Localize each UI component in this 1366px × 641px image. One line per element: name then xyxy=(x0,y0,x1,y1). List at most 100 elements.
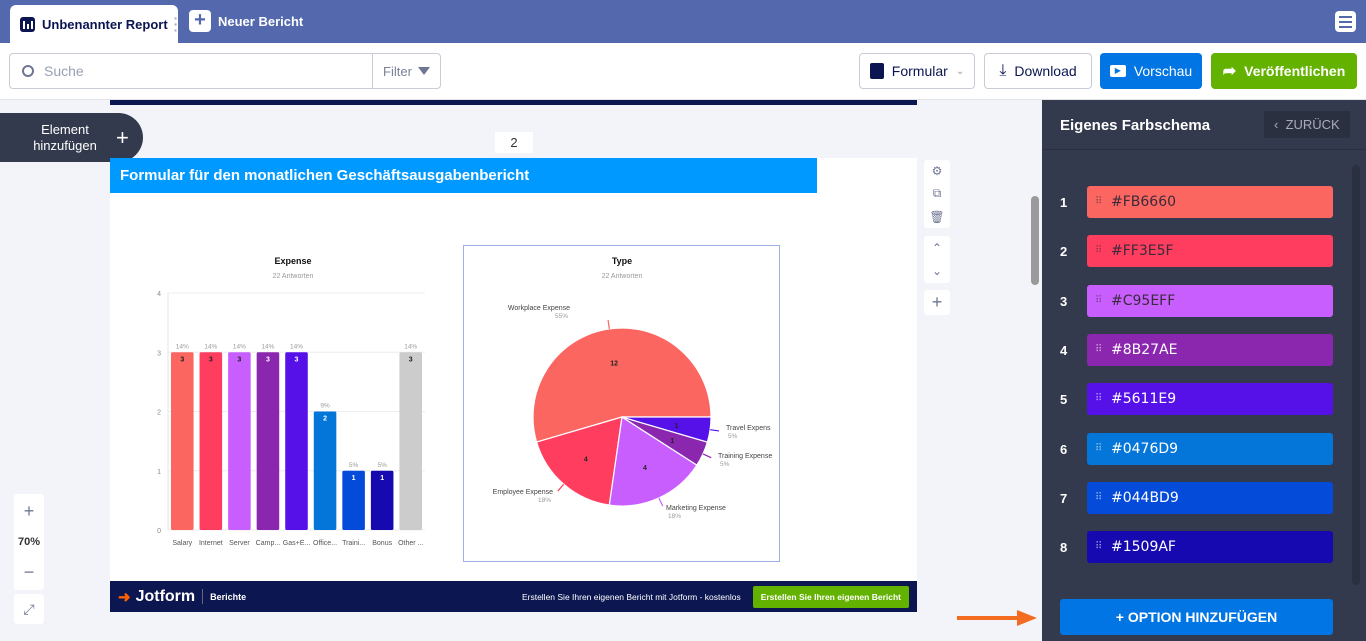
color-hex: #0476D9 xyxy=(1111,440,1179,457)
chevron-down-icon: ⌄ xyxy=(955,65,965,77)
play-icon: ▶ xyxy=(1109,65,1126,77)
drag-handle-icon[interactable]: ⠿ xyxy=(1095,383,1102,415)
zoom-in-button[interactable]: + xyxy=(24,501,35,522)
preview-label: Vorschau xyxy=(1133,63,1193,79)
expand-icon: ⤢ xyxy=(23,601,35,617)
element-tools: ⚙ ⧉ 🗑 xyxy=(924,160,950,228)
drag-handle-icon[interactable]: ⠿ xyxy=(1095,482,1102,514)
report-page[interactable]: Formular für den monatlichen Geschäftsau… xyxy=(110,158,917,612)
search-icon xyxy=(22,65,34,77)
publish-label: Veröffentlichen xyxy=(1244,63,1346,79)
drag-handle-icon[interactable]: ⠿ xyxy=(1095,186,1102,218)
color-index: 4 xyxy=(1060,342,1068,358)
chevron-down-icon[interactable]: ⌄ xyxy=(932,264,942,278)
bar xyxy=(313,411,337,530)
bar-value-label: 2 xyxy=(323,416,327,423)
download-label: Download xyxy=(1014,63,1077,79)
back-label: ZURÜCK xyxy=(1285,117,1340,132)
color-swatch-input[interactable]: ⠿ #044BD9 xyxy=(1087,481,1333,514)
color-row: 4 ⠿ #8B27AE xyxy=(1042,333,1366,366)
x-tick-label: Office... xyxy=(313,540,337,547)
trash-icon[interactable]: 🗑 xyxy=(929,210,944,224)
back-button[interactable]: ‹ ZURÜCK xyxy=(1264,111,1350,138)
report-footer: ➜ Jotform Berichte Erstellen Sie Ihren ei… xyxy=(110,581,917,612)
fullscreen-button[interactable]: ⤢ xyxy=(14,594,44,624)
color-scheme-panel: Eigenes Farbschema ‹ ZURÜCK 1 ⠿ #FB6660 2 … xyxy=(1042,100,1366,641)
y-tick-label: 0 xyxy=(157,528,161,535)
search-input[interactable] xyxy=(44,63,364,79)
bar xyxy=(199,352,223,530)
drag-handle-icon[interactable]: ⠿ xyxy=(1095,334,1102,366)
color-index: 7 xyxy=(1060,490,1068,506)
gear-icon[interactable]: ⚙ xyxy=(932,164,943,178)
plus-icon: + xyxy=(931,292,943,312)
chevron-up-icon[interactable]: ⌃ xyxy=(932,241,942,255)
annotation-arrow-icon xyxy=(957,610,1037,626)
color-swatch-input[interactable]: ⠿ #5611E9 xyxy=(1087,383,1333,416)
color-hex: #5611E9 xyxy=(1111,391,1177,408)
plus-icon: + xyxy=(116,124,129,150)
drag-handle-icon[interactable]: ⠿ xyxy=(1095,285,1102,317)
new-report-tab[interactable]: + Neuer Bericht xyxy=(189,10,303,32)
bar-percent-label: 5% xyxy=(377,462,387,469)
copy-icon[interactable]: ⧉ xyxy=(933,186,942,201)
zoom-out-button[interactable]: − xyxy=(24,562,35,583)
color-index: 1 xyxy=(1060,195,1068,210)
tab-unbenannter-report[interactable]: Unbenannter Report · · · xyxy=(10,5,178,43)
panel-header: Eigenes Farbschema ‹ ZURÜCK xyxy=(1042,100,1366,150)
more-options-icon[interactable]: · · · xyxy=(174,11,179,37)
jotform-logo: ➜ Jotform xyxy=(118,587,196,606)
form-label: Formular xyxy=(891,63,948,79)
plus-icon: + xyxy=(189,10,211,32)
drag-handle-icon[interactable]: ⠿ xyxy=(1095,433,1102,465)
color-swatch-input[interactable]: ⠿ #C95EFF xyxy=(1087,284,1333,317)
color-hex: #FF3E5F xyxy=(1111,243,1174,260)
panel-scrollbar[interactable] xyxy=(1352,165,1360,585)
page-number: 2 xyxy=(495,132,533,153)
add-below-button[interactable]: + xyxy=(924,290,950,315)
color-hex: #FB6660 xyxy=(1111,194,1177,210)
form-select[interactable]: Formular ⌄ xyxy=(859,53,975,89)
drag-handle-icon[interactable]: ⠿ xyxy=(1095,531,1102,563)
bar xyxy=(399,352,422,530)
color-swatch-input[interactable]: ⠿ #FB6660 xyxy=(1087,186,1333,218)
previous-page-footer xyxy=(110,100,917,105)
canvas-scrollbar[interactable] xyxy=(1028,100,1042,641)
color-index: 6 xyxy=(1060,441,1068,457)
chevron-left-icon: ‹ xyxy=(1274,117,1286,132)
footer-section: Berichte xyxy=(210,591,247,602)
color-swatch-input[interactable]: ⠿ #8B27AE xyxy=(1087,333,1333,366)
pie-chart-selection-frame[interactable] xyxy=(463,245,780,562)
download-button[interactable]: ⤓ Download xyxy=(984,53,1092,89)
bar-value-label: 3 xyxy=(409,356,413,363)
x-tick-label: Gas+E... xyxy=(283,540,310,547)
color-swatch-input[interactable]: ⠿ #1509AF xyxy=(1087,531,1333,564)
preview-button[interactable]: ▶ Vorschau xyxy=(1100,53,1202,89)
footer-cta-text: Erstellen Sie Ihren eigenen Bericht mit … xyxy=(521,591,741,602)
bar-value-label: 1 xyxy=(380,475,384,482)
scrollbar-thumb[interactable] xyxy=(1031,196,1039,285)
bar-percent-label: 14% xyxy=(290,343,303,350)
filter-button[interactable]: Filter xyxy=(372,54,440,88)
report-icon xyxy=(20,16,35,32)
footer-cta-button[interactable]: Erstellen Sie Ihren eigenen Bericht xyxy=(752,585,909,608)
tab-label: Unbenannter Report xyxy=(42,16,168,32)
color-index: 5 xyxy=(1060,392,1068,408)
color-row: 8 ⠿ #1509AF xyxy=(1042,531,1366,564)
color-hex: #1509AF xyxy=(1111,539,1176,556)
add-element-button[interactable]: Element hinzufügen + xyxy=(0,113,143,162)
add-option-button[interactable]: + OPTION HINZUFÜGEN xyxy=(1060,599,1333,635)
hamburger-menu-button[interactable] xyxy=(1335,11,1356,32)
color-row: 3 ⠿ #C95EFF xyxy=(1042,284,1366,317)
drag-handle-icon[interactable]: ⠿ xyxy=(1095,235,1102,267)
bar xyxy=(285,352,308,530)
color-index: 2 xyxy=(1060,244,1068,260)
y-tick-label: 3 xyxy=(157,350,161,357)
color-hex: #C95EFF xyxy=(1111,292,1176,309)
color-swatch-input[interactable]: ⠿ #0476D9 xyxy=(1087,432,1333,465)
zoom-controls: + 70% − xyxy=(14,494,44,590)
bar-chart-subtitle: 22 Antworten xyxy=(273,273,314,280)
color-swatch-input[interactable]: ⠿ #FF3E5F xyxy=(1087,235,1333,268)
add-element-label: Element hinzufügen xyxy=(33,121,97,153)
publish-button[interactable]: ➦ Veröffentlichen xyxy=(1211,53,1357,89)
